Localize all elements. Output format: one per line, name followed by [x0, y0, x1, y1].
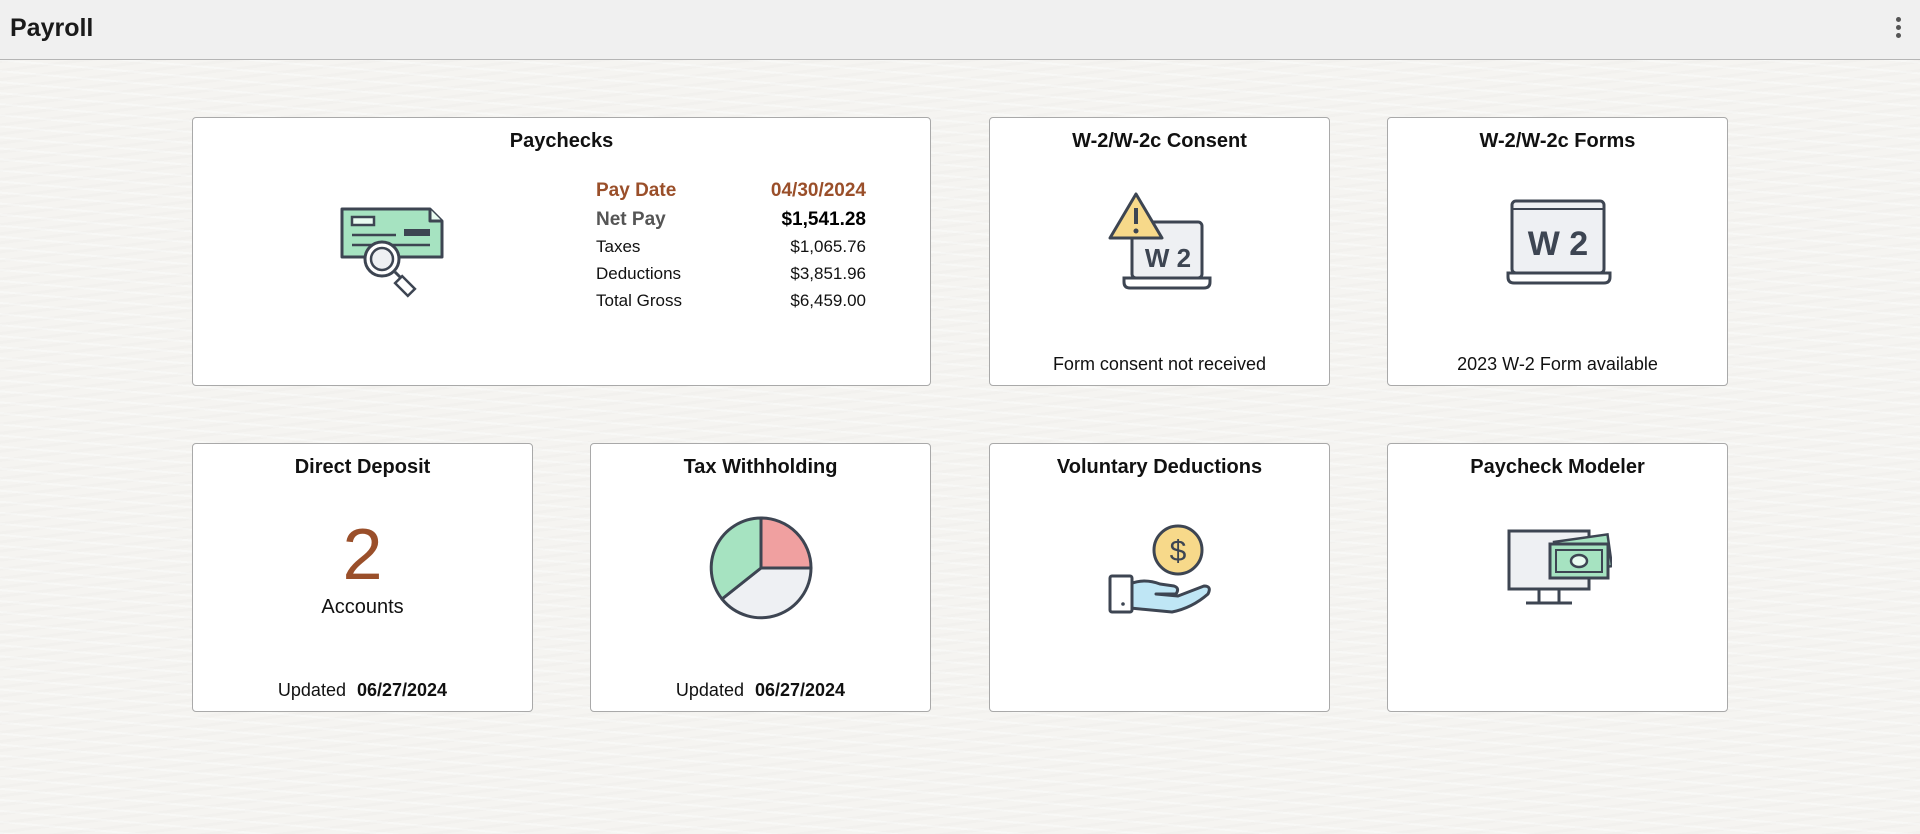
- laptop-w2-icon: W 2: [1506, 199, 1612, 285]
- pay-date-row: Pay Date 04/30/2024: [596, 176, 866, 206]
- account-count: 2: [342, 515, 383, 595]
- w2-icon-text: W 2: [1528, 225, 1588, 263]
- row-value: $6,459.00: [790, 291, 866, 310]
- row-value: $1,065.76: [790, 237, 866, 256]
- pay-date-label: Pay Date: [596, 180, 677, 201]
- updated-footer: Updated 06/27/2024: [591, 680, 930, 701]
- updated-footer: Updated 06/27/2024: [193, 680, 532, 701]
- voluntary-deductions-tile[interactable]: Voluntary Deductions $: [989, 443, 1330, 712]
- pie-chart-icon: [709, 516, 813, 620]
- taxes-row: Taxes $1,065.76: [596, 233, 866, 260]
- updated-label: Updated: [675, 680, 744, 700]
- paychecks-tile[interactable]: Paychecks Pay Date 04/30/2024 Net Pay $1…: [192, 117, 931, 386]
- paycheck-modeler-tile[interactable]: Paycheck Modeler: [1387, 443, 1728, 712]
- tile-title: Paychecks: [509, 130, 614, 152]
- w2-forms-tile[interactable]: W-2/W-2c Forms W 2 2023 W-2 Form availab…: [1387, 117, 1728, 386]
- tile-title: Voluntary Deductions: [1056, 456, 1263, 478]
- w2-icon-text: W 2: [1145, 243, 1191, 273]
- direct-deposit-tile[interactable]: Direct Deposit 2 Accounts Updated 06/27/…: [192, 443, 533, 712]
- hand-coin-icon: $: [1108, 524, 1211, 614]
- check-magnifier-icon: [340, 207, 444, 298]
- svg-text:$: $: [1170, 535, 1187, 568]
- tax-withholding-tile[interactable]: Tax Withholding Updated 06/27/2024: [590, 443, 931, 712]
- net-pay-value: $1,541.28: [781, 209, 866, 230]
- updated-label: Updated: [277, 680, 346, 700]
- tile-title: Direct Deposit: [294, 456, 431, 478]
- pay-date-value: 04/30/2024: [770, 180, 866, 201]
- tile-title: Paycheck Modeler: [1470, 456, 1645, 478]
- tile-title: Tax Withholding: [683, 456, 838, 478]
- kebab-menu-icon[interactable]: [1890, 14, 1906, 44]
- page-title: Payroll: [10, 14, 94, 42]
- deductions-row: Deductions $3,851.96: [596, 260, 866, 287]
- tile-title: W-2/W-2c Consent: [1072, 130, 1247, 152]
- monitor-money-icon: [1507, 529, 1612, 605]
- tile-footer: Form consent not received: [1052, 354, 1267, 374]
- row-label: Taxes: [596, 237, 641, 256]
- w2-consent-tile[interactable]: W-2/W-2c Consent W 2 Form consent not re…: [989, 117, 1330, 386]
- paycheck-summary: Pay Date 04/30/2024 Net Pay $1,541.28 Ta…: [596, 176, 866, 314]
- net-pay-row: Net Pay $1,541.28: [596, 206, 866, 233]
- total-gross-row: Total Gross $6,459.00: [596, 287, 866, 314]
- updated-date: 06/27/2024: [356, 680, 448, 700]
- page-header: Payroll: [0, 0, 1920, 60]
- row-label: Total Gross: [596, 291, 682, 310]
- warning-laptop-w2-icon: W 2: [1108, 192, 1212, 290]
- row-value: $3,851.96: [790, 264, 866, 283]
- account-count-label: Accounts: [321, 596, 404, 618]
- net-pay-label: Net Pay: [596, 209, 666, 230]
- tile-footer: 2023 W-2 Form available: [1457, 354, 1658, 374]
- row-label: Deductions: [596, 264, 682, 283]
- tile-title: W-2/W-2c Forms: [1479, 130, 1636, 152]
- updated-date: 06/27/2024: [754, 680, 846, 700]
